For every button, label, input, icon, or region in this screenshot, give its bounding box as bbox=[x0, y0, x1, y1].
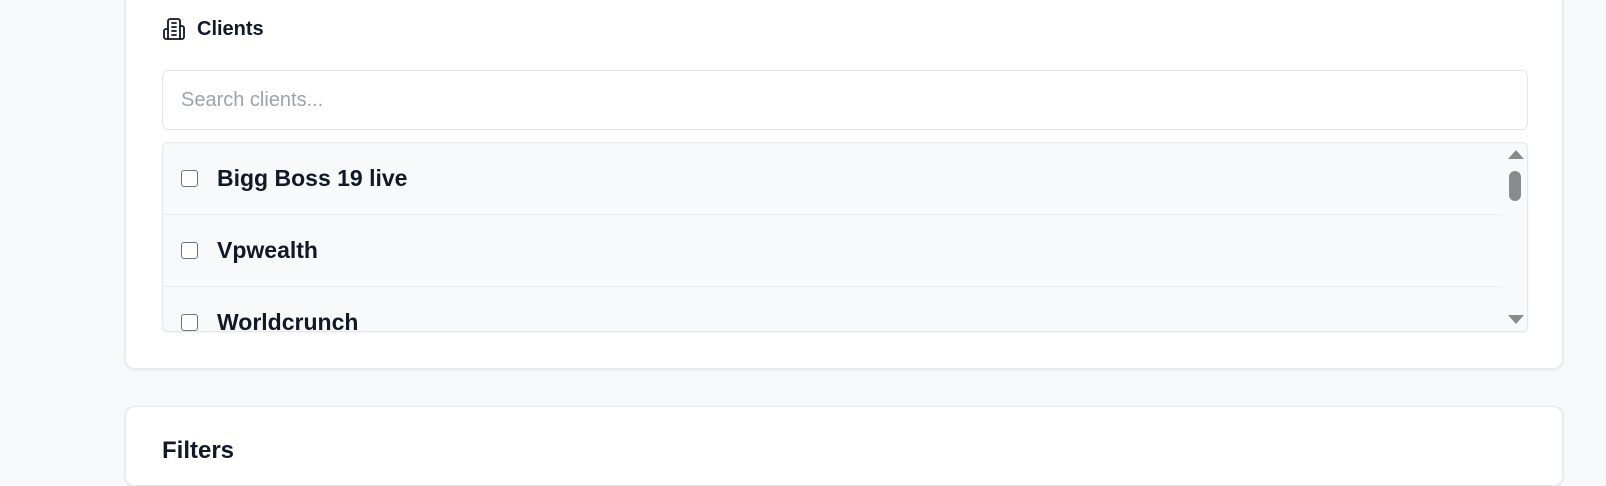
client-label: Vpwealth bbox=[217, 237, 318, 263]
scroll-up-arrow-icon[interactable] bbox=[1508, 150, 1524, 159]
search-clients-input[interactable] bbox=[162, 70, 1528, 130]
list-item[interactable]: Vpwealth bbox=[163, 215, 1503, 287]
building-icon bbox=[162, 17, 186, 41]
clients-card: Clients Bigg Boss 19 live Vpwealth World… bbox=[125, 0, 1563, 369]
list-scrollbar[interactable] bbox=[1503, 143, 1527, 331]
clients-list[interactable]: Bigg Boss 19 live Vpwealth Worldcrunch bbox=[162, 142, 1528, 332]
clients-list-items: Bigg Boss 19 live Vpwealth Worldcrunch bbox=[163, 143, 1503, 332]
client-checkbox[interactable] bbox=[181, 242, 198, 259]
client-label: Worldcrunch bbox=[217, 309, 359, 332]
scroll-down-arrow-icon[interactable] bbox=[1508, 315, 1524, 324]
clients-header: Clients bbox=[162, 17, 264, 41]
list-item[interactable]: Bigg Boss 19 live bbox=[163, 143, 1503, 215]
client-checkbox[interactable] bbox=[181, 170, 198, 187]
clients-title: Clients bbox=[197, 17, 264, 40]
client-label: Bigg Boss 19 live bbox=[217, 165, 408, 191]
client-checkbox[interactable] bbox=[181, 314, 198, 331]
list-item[interactable]: Worldcrunch bbox=[163, 287, 1503, 332]
filters-card: Filters bbox=[125, 406, 1563, 486]
scrollbar-thumb[interactable] bbox=[1509, 171, 1521, 201]
